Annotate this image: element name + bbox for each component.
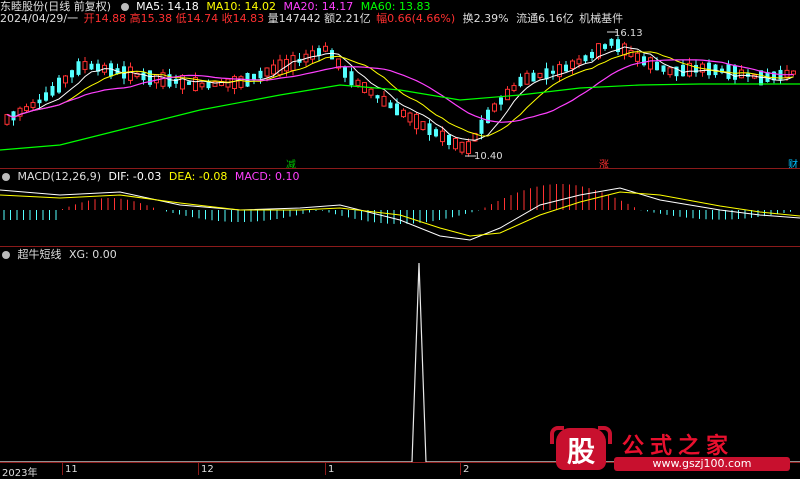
xg-chart[interactable] [0,0,800,476]
axis-tick [62,463,63,475]
axis-tick [325,463,326,475]
logo-char: 股 [566,435,595,468]
axis-tick [198,463,199,475]
logo-url: www.gszj100.com [614,457,790,471]
watermark-logo: 股 公式之家 www.gszj100.com [544,426,794,472]
logo-text: 公式之家 [622,433,735,459]
axis-tick [460,463,461,475]
axis-year: 2023年 [2,468,38,479]
logo-badge: 股 [550,426,612,470]
axis-month-12: 12 [201,464,214,475]
axis-month-2: 2 [463,464,470,475]
axis-month-11: 11 [65,464,78,475]
axis-month-1: 1 [328,464,335,475]
